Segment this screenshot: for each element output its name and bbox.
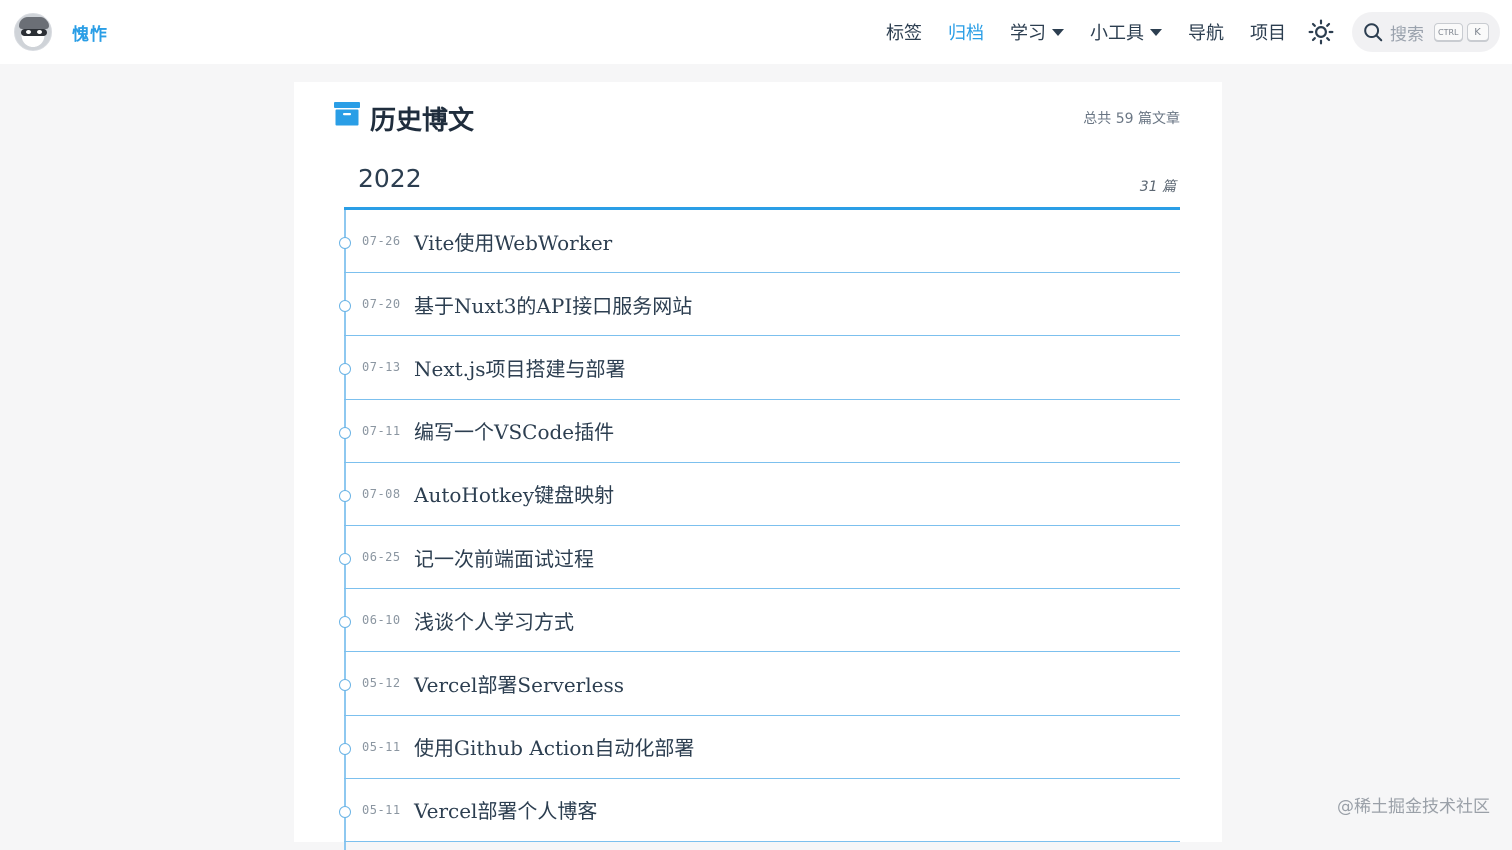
search-icon [1364, 23, 1383, 42]
timeline-dot [339, 742, 351, 755]
timeline-dot [339, 426, 351, 439]
post-item[interactable]: 07-08 AutoHotkey键盘映射 [339, 463, 1180, 526]
post-item[interactable]: 07-11 编写一个VSCode插件 [339, 400, 1180, 463]
page-title: 历史博文 [370, 106, 475, 136]
timeline-dot [339, 679, 351, 692]
post-item[interactable]: 06-10 浅谈个人学习方式 [339, 589, 1180, 653]
post-title[interactable]: 记一次前端面试过程 [414, 543, 594, 572]
post-title[interactable]: 编写一个VSCode插件 [414, 416, 614, 445]
post-item[interactable]: 05-11 Vercel部署个人博客 [339, 779, 1180, 842]
timeline-dot [339, 300, 351, 313]
post-item[interactable]: 07-20 基于Nuxt3的API接口服务网站 [339, 273, 1180, 337]
post-date: 07-08 [362, 486, 401, 501]
nav-item-tools[interactable]: 小工具 [1090, 19, 1162, 45]
archive-card: 历史博文 总共 59 篇文章 2022 31 篇 07-26 Vite使用Web… [294, 82, 1222, 850]
chevron-down-icon [1150, 28, 1162, 36]
top-navbar: 愧怍 标签 归档 学习 小工具 导航 项目 搜索 CTRL K [0, 0, 1512, 64]
post-date: 07-26 [362, 234, 401, 249]
nav-item-tags[interactable]: 标签 [886, 19, 922, 45]
post-date: 05-12 [362, 676, 401, 691]
post-item[interactable]: 05-12 Vercel部署Serverless [339, 652, 1180, 716]
post-title[interactable]: Vite使用WebWorker [414, 227, 612, 256]
avatar [14, 13, 52, 51]
post-date: 07-13 [362, 360, 401, 375]
nav-item-learning[interactable]: 学习 [1010, 19, 1064, 45]
post-title[interactable]: Next.js项目搭建与部署 [414, 353, 625, 382]
timeline-dot [339, 363, 351, 376]
post-title[interactable]: 使用Github Action自动化部署 [414, 732, 694, 761]
watermark: @稀土掘金技术社区 [1337, 797, 1490, 817]
post-item[interactable]: 07-13 Next.js项目搭建与部署 [339, 336, 1180, 400]
post-item[interactable]: 07-26 Vite使用WebWorker [339, 210, 1180, 274]
chevron-down-icon [1052, 28, 1064, 36]
nav-item-label: 小工具 [1090, 23, 1144, 44]
post-date: 05-11 [362, 739, 401, 754]
nav-item-label: 学习 [1010, 23, 1046, 44]
total-count: 总共 59 篇文章 [1083, 111, 1180, 127]
post-date: 06-25 [362, 550, 401, 565]
kbd-k: K [1466, 23, 1489, 41]
nav-item-projects[interactable]: 项目 [1250, 19, 1286, 45]
timeline-dot [339, 616, 351, 629]
post-title[interactable]: AutoHotkey键盘映射 [414, 479, 614, 508]
nav-item-label: 导航 [1188, 23, 1224, 44]
post-date: 06-10 [362, 613, 401, 628]
post-item[interactable]: 06-25 记一次前端面试过程 [339, 526, 1180, 590]
timeline-dot [339, 489, 351, 502]
year-post-count: 31 篇 [1139, 179, 1176, 195]
archive-box-icon [334, 102, 360, 126]
search-placeholder: 搜索 [1390, 24, 1424, 45]
nav-item-archive[interactable]: 归档 [948, 19, 984, 45]
year-header: 2022 31 篇 [344, 160, 1180, 210]
kbd-ctrl: CTRL [1434, 23, 1463, 41]
year-label: 2022 [358, 164, 422, 193]
nav-item-label: 归档 [948, 23, 984, 44]
post-title[interactable]: Vercel部署Serverless [414, 669, 624, 698]
post-date: 07-20 [362, 297, 401, 312]
post-date: 05-11 [362, 802, 401, 817]
post-title[interactable]: 浅谈个人学习方式 [414, 606, 574, 635]
brand-link[interactable]: 愧怍 [14, 0, 108, 64]
timeline-dot [339, 805, 351, 818]
timeline-dot [339, 552, 351, 565]
post-title[interactable]: 基于Nuxt3的API接口服务网站 [414, 290, 692, 319]
timeline-dot [339, 237, 351, 249]
nav-links: 标签 归档 学习 小工具 导航 项目 搜索 CTRL K [886, 0, 1512, 64]
post-title[interactable]: Vercel部署个人博客 [414, 795, 597, 824]
post-timeline: 07-26 Vite使用WebWorker 07-20 基于Nuxt3的API接… [339, 210, 1180, 850]
search-button[interactable]: 搜索 CTRL K [1352, 12, 1500, 52]
post-date: 07-11 [362, 423, 401, 438]
brand-name: 愧怍 [72, 24, 108, 45]
nav-item-navigation[interactable]: 导航 [1188, 19, 1224, 45]
sun-icon[interactable] [1308, 19, 1334, 45]
page-header: 历史博文 总共 59 篇文章 [334, 100, 1180, 136]
nav-item-label: 标签 [886, 23, 922, 44]
post-item[interactable]: 05-11 使用Github Action自动化部署 [339, 716, 1180, 779]
nav-item-label: 项目 [1250, 23, 1286, 44]
